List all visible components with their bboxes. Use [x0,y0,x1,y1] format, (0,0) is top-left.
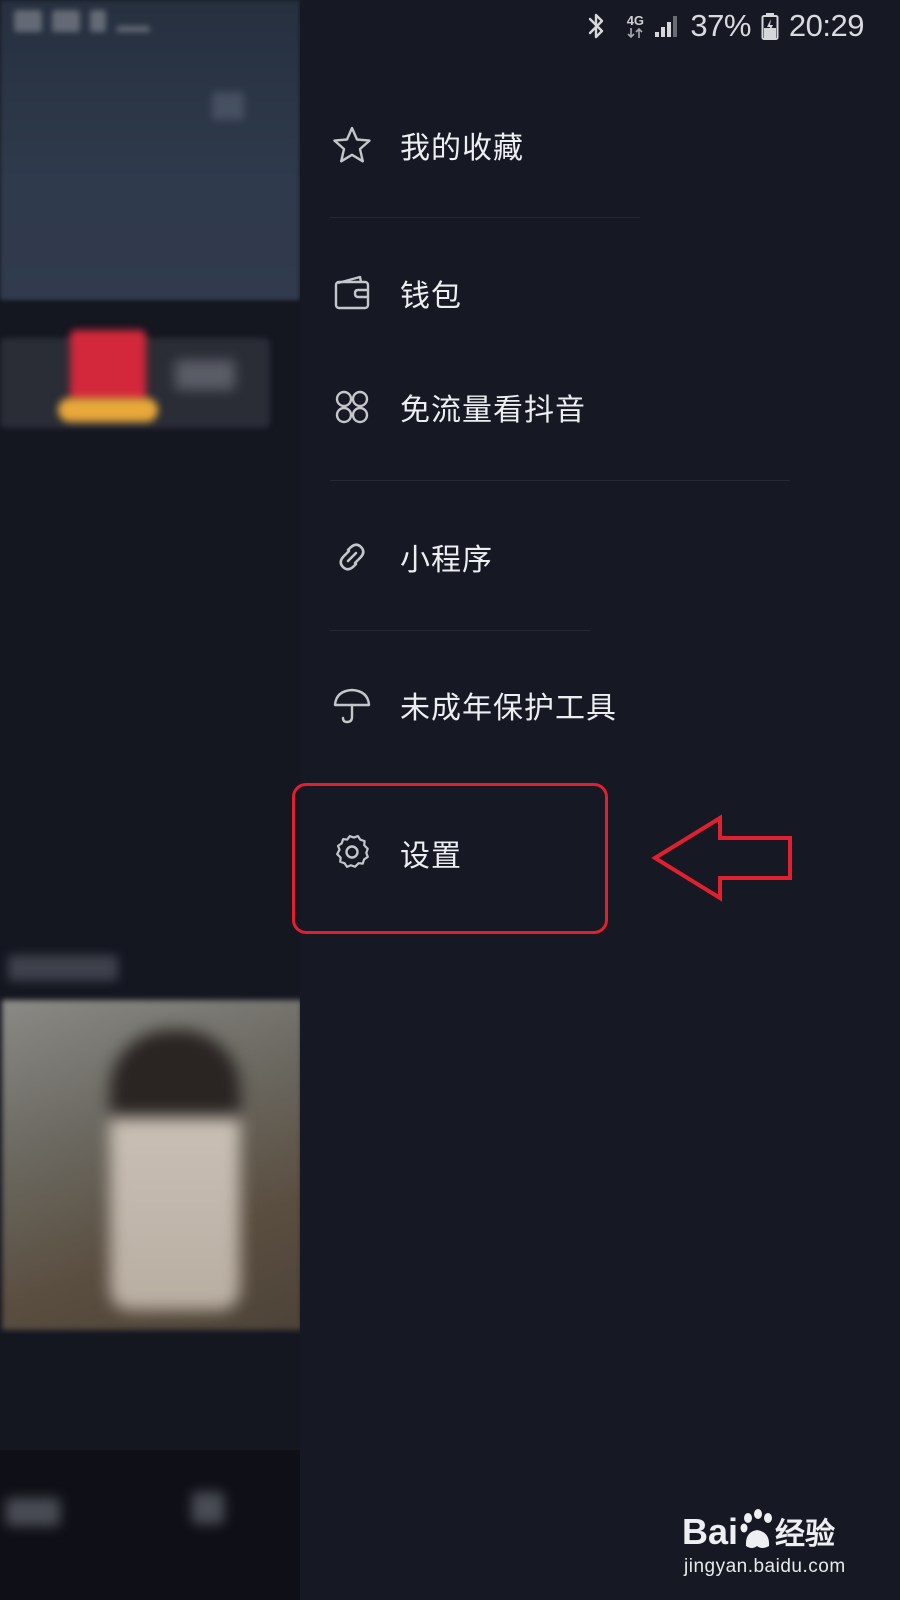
menu-item-label: 免流量看抖音 [400,393,586,428]
annotation-highlight-box [292,783,608,934]
status-bar: 4G 37% 20:29 [0,0,900,56]
menu-item-label: 小程序 [400,543,493,578]
background-bottom-bar [0,1450,300,1600]
background-tile-text [175,360,235,390]
menu-divider [330,480,790,481]
menu-item-label: 未成年保护工具 [400,691,617,726]
svg-text:经验: 经验 [775,1517,835,1552]
background-thumbnail-figure [110,1030,240,1310]
battery-percent: 37% [690,8,751,43]
signal-icon [654,14,680,38]
menu-item-mini-programs[interactable]: 小程序 [330,522,493,592]
annotation-arrow-icon [651,814,792,902]
baidu-jingyan-watermark: Bai 经验 jingyan.baidu.com [682,1506,852,1582]
clock: 20:29 [788,8,865,43]
menu-item-label: 钱包 [400,279,462,314]
background-text-row [8,955,118,981]
menu-divider [330,630,590,631]
wallet-icon [330,271,374,315]
svg-text:Bai: Bai [682,1511,738,1552]
network-type-label: 4G [626,12,645,28]
network-4g-icon: 4G [626,14,644,39]
umbrella-icon [330,683,374,727]
menu-divider [330,217,640,218]
menu-item-label: 我的收藏 [400,131,524,166]
background-bottom-icon [192,1492,224,1524]
link-icon [330,535,374,579]
background-app-blurred [0,0,300,1600]
menu-item-favorites[interactable]: 我的收藏 [330,110,524,180]
background-red-tile [70,330,146,402]
star-icon [330,123,374,167]
bluetooth-icon [586,11,606,41]
background-menu-button [212,92,244,120]
menu-item-minor-protection[interactable]: 未成年保护工具 [330,670,617,740]
battery-charging-icon [761,12,779,40]
menu-item-free-data[interactable]: 免流量看抖音 [330,372,586,442]
watermark-url: jingyan.baidu.com [684,1556,846,1577]
four-circles-icon [330,385,374,429]
background-tile-badge [58,398,158,422]
baidu-jingyan-logo: Bai 经验 [682,1509,835,1552]
menu-item-wallet[interactable]: 钱包 [330,258,462,328]
status-notification-icons [14,10,164,40]
background-bottom-label [6,1498,60,1526]
